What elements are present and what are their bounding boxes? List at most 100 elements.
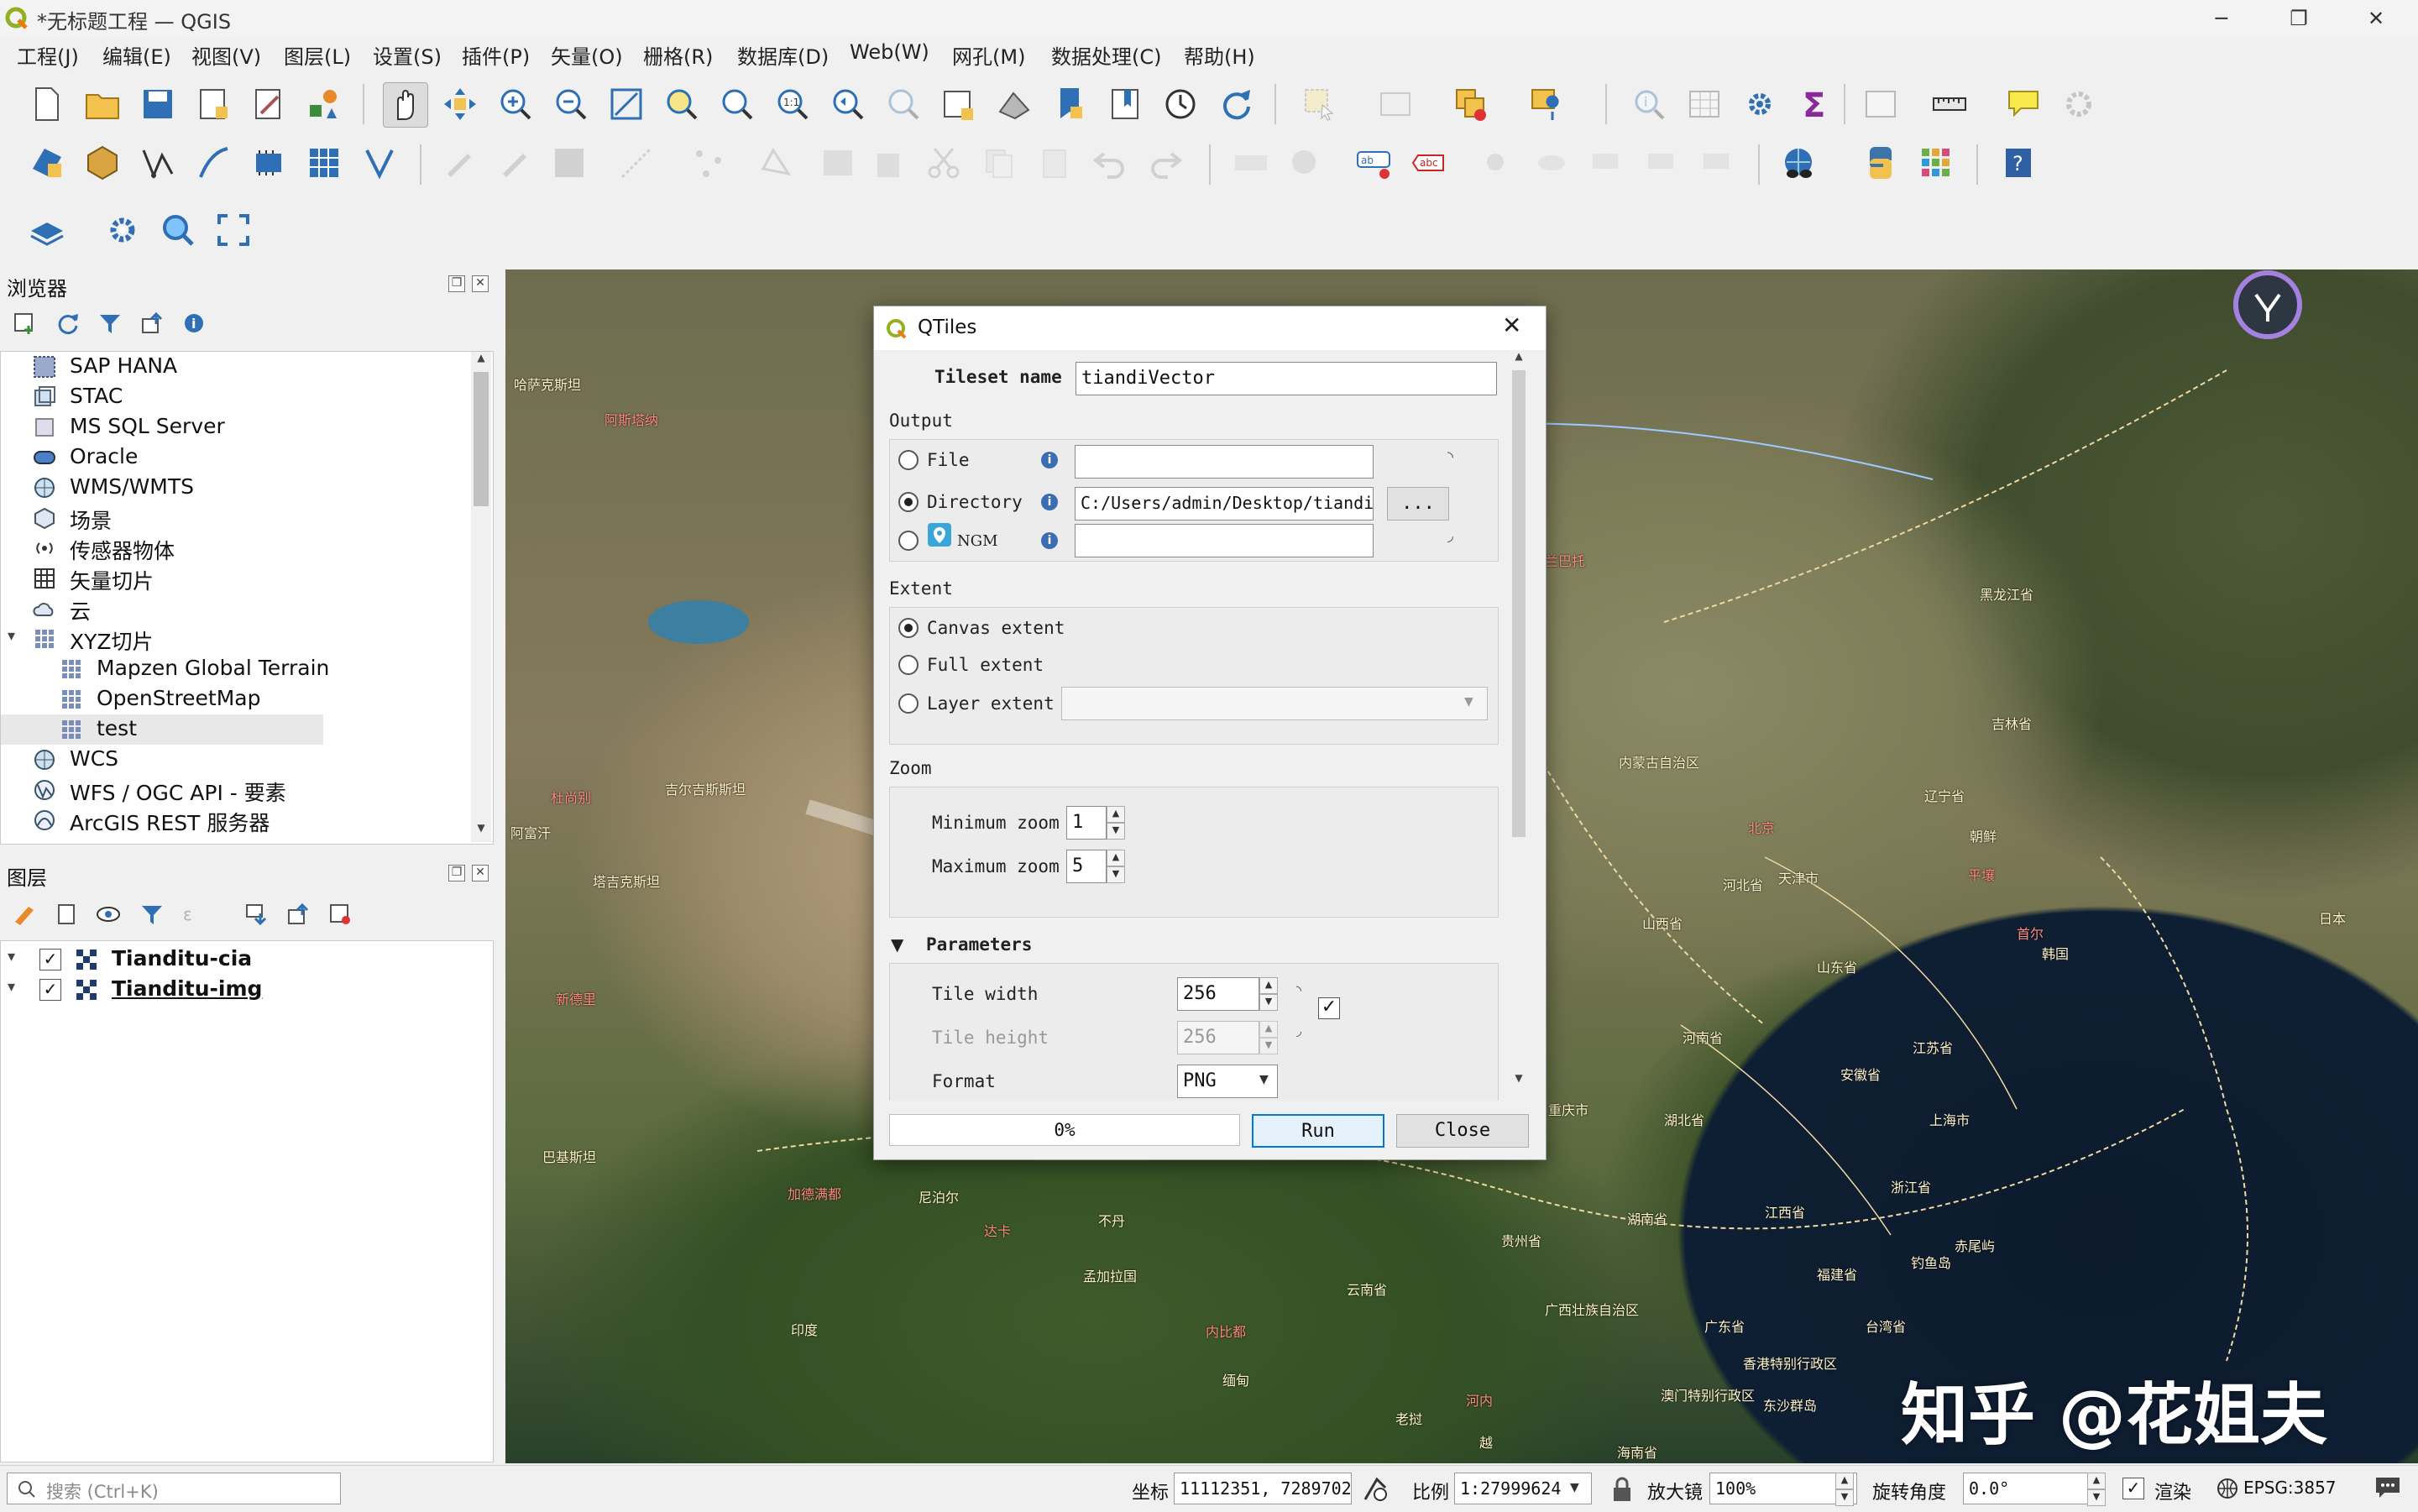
minimize-button[interactable]: ─ bbox=[2183, 0, 2260, 37]
add-raster-layer-icon[interactable] bbox=[302, 141, 346, 185]
menu-processing[interactable]: 数据处理(C) bbox=[1051, 40, 1161, 70]
crs-label[interactable]: EPSG:3857 bbox=[2243, 1478, 2337, 1498]
directory-path-input[interactable]: C:/Users/admin/Desktop/tianditu bbox=[1075, 487, 1374, 521]
label-toolbar-icon[interactable] bbox=[1229, 141, 1273, 185]
collapse-arrow-icon[interactable]: ▼ bbox=[891, 934, 903, 955]
close-panel-button[interactable]: ✕ bbox=[472, 275, 489, 292]
menu-web[interactable]: Web(W) bbox=[850, 40, 929, 64]
maximum-zoom-spinner[interactable]: ▲ ▼ bbox=[1107, 850, 1125, 883]
move-label-icon[interactable] bbox=[1585, 141, 1629, 185]
render-checkbox[interactable]: ✓ bbox=[2122, 1478, 2144, 1499]
modify-attributes-icon[interactable] bbox=[754, 141, 798, 185]
layout-manager-icon[interactable] bbox=[247, 82, 290, 126]
browse-directory-button[interactable]: ... bbox=[1387, 487, 1449, 521]
coordinate-input[interactable]: 11112351, 7289702 bbox=[1174, 1473, 1352, 1504]
menu-plugins[interactable]: 插件(P) bbox=[462, 40, 530, 70]
layer-item-tianditu-img[interactable]: ▾ ✓ Tianditu-img bbox=[8, 975, 478, 1005]
menu-layer[interactable]: 图层(L) bbox=[284, 40, 351, 70]
chevron-down-icon[interactable]: ▼ bbox=[1570, 1481, 1579, 1494]
change-label-icon[interactable] bbox=[1696, 141, 1740, 185]
ngm-radio[interactable] bbox=[898, 531, 919, 551]
manage-visibility-icon[interactable] bbox=[96, 902, 124, 927]
filter-by-expression-icon[interactable]: ε bbox=[181, 902, 210, 927]
refresh-browser-icon[interactable] bbox=[55, 311, 81, 336]
expand-arrow-icon[interactable]: ▾ bbox=[8, 948, 15, 965]
layer-extent-radio[interactable] bbox=[898, 693, 919, 714]
new-map-view-icon[interactable] bbox=[937, 82, 981, 126]
style-manager-icon[interactable] bbox=[302, 82, 346, 126]
add-vector-layer-icon[interactable] bbox=[136, 141, 180, 185]
close-button[interactable]: Close bbox=[1396, 1114, 1529, 1148]
digitize-line-icon[interactable] bbox=[615, 141, 658, 185]
temporal-controller-icon[interactable] bbox=[1159, 82, 1202, 126]
settings-gear-icon[interactable] bbox=[2057, 82, 2101, 126]
new-geopackage-icon[interactable] bbox=[81, 141, 124, 185]
tileset-name-input[interactable]: tiandiVector bbox=[1076, 362, 1497, 395]
deselect-features-icon[interactable] bbox=[1449, 82, 1493, 126]
refresh-icon[interactable] bbox=[1214, 82, 1258, 126]
add-selected-layer-icon[interactable] bbox=[12, 311, 37, 336]
collapse-all-layers-icon[interactable] bbox=[285, 902, 311, 927]
zoom-full-icon[interactable] bbox=[604, 82, 648, 126]
full-extent-radio[interactable] bbox=[898, 655, 919, 675]
canvas-extent-radio[interactable] bbox=[898, 618, 919, 638]
pan-map-icon[interactable] bbox=[383, 82, 428, 128]
filter-legend-icon[interactable] bbox=[139, 902, 165, 927]
menu-vector[interactable]: 矢量(O) bbox=[551, 40, 623, 70]
lock-icon[interactable] bbox=[1610, 1476, 1634, 1503]
select-location-icon[interactable] bbox=[1525, 82, 1568, 126]
new-3d-view-icon[interactable] bbox=[992, 82, 1036, 126]
minimum-zoom-spinner[interactable]: ▲ ▼ bbox=[1107, 806, 1125, 840]
tile-height-spinner[interactable]: ▲ ▼ bbox=[1259, 1021, 1278, 1054]
python-console-icon[interactable] bbox=[1859, 141, 1902, 185]
close-panel-button[interactable]: ✕ bbox=[472, 865, 489, 882]
messages-icon[interactable] bbox=[2373, 1474, 2403, 1501]
new-project-icon[interactable] bbox=[25, 82, 69, 126]
pan-to-selection-icon[interactable] bbox=[438, 82, 482, 126]
file-path-input[interactable] bbox=[1075, 445, 1374, 479]
new-print-layout-icon[interactable] bbox=[191, 82, 235, 126]
pin-labels-icon[interactable] bbox=[1474, 141, 1518, 185]
zoom-in-icon[interactable] bbox=[494, 82, 537, 126]
close-window-button[interactable]: ✕ bbox=[2337, 0, 2415, 37]
map-tips-icon[interactable] bbox=[2002, 82, 2045, 126]
browser-scrollbar[interactable]: ▲ ▼ bbox=[471, 352, 491, 842]
file-radio[interactable] bbox=[898, 450, 919, 470]
select-features-icon[interactable] bbox=[1298, 82, 1342, 126]
diagram-options-icon[interactable] bbox=[1285, 141, 1328, 185]
dialog-scrollbar[interactable]: ▲ ▼ bbox=[1509, 350, 1529, 1091]
maximize-button[interactable]: ❐ bbox=[2260, 0, 2337, 37]
expand-arrow-icon[interactable]: ▾ bbox=[8, 627, 15, 645]
help-icon[interactable]: ? bbox=[1997, 141, 2040, 185]
maximum-zoom-input[interactable]: 5 bbox=[1066, 850, 1107, 883]
undo-icon[interactable] bbox=[1088, 141, 1132, 185]
vertex-tool-icon[interactable] bbox=[687, 141, 730, 185]
filter-browser-icon[interactable] bbox=[97, 311, 123, 336]
menu-database[interactable]: 数据库(D) bbox=[737, 40, 829, 70]
dialog-close-icon[interactable]: ✕ bbox=[1502, 311, 1521, 339]
layer-visibility-checkbox[interactable]: ✓ bbox=[39, 949, 61, 971]
save-edits-icon[interactable] bbox=[547, 141, 591, 185]
open-field-calculator-icon[interactable] bbox=[1859, 82, 1902, 126]
data-source-manager-icon[interactable] bbox=[25, 141, 69, 185]
layer-extent-select[interactable] bbox=[1061, 687, 1488, 720]
full-screen-icon[interactable] bbox=[212, 208, 255, 252]
layer-diagram-icon[interactable]: abc bbox=[1407, 141, 1451, 185]
current-edits-icon[interactable] bbox=[437, 141, 480, 185]
paste-features-icon[interactable] bbox=[1033, 141, 1076, 185]
select-by-value-icon[interactable] bbox=[1374, 82, 1417, 126]
zoom-last-icon[interactable] bbox=[826, 82, 870, 126]
add-wms-layer-icon[interactable] bbox=[247, 141, 290, 185]
show-bookmarks-icon[interactable] bbox=[1103, 82, 1147, 126]
crs-globe-icon[interactable] bbox=[2216, 1478, 2238, 1499]
lock-ratio-checkbox[interactable]: ✓ bbox=[1318, 997, 1340, 1019]
open-project-icon[interactable] bbox=[81, 82, 124, 126]
attribute-table-icon[interactable] bbox=[1683, 82, 1726, 126]
cut-features-icon[interactable] bbox=[922, 141, 966, 185]
expand-arrow-icon[interactable]: ▾ bbox=[8, 978, 15, 996]
bookmark-icon[interactable] bbox=[1048, 82, 1091, 126]
locator-search[interactable]: 搜索 (Ctrl+K) bbox=[7, 1473, 341, 1504]
identify-features-icon[interactable]: i bbox=[1627, 82, 1671, 126]
float-panel-button[interactable]: ❐ bbox=[448, 275, 465, 292]
menu-settings[interactable]: 设置(S) bbox=[373, 40, 442, 70]
